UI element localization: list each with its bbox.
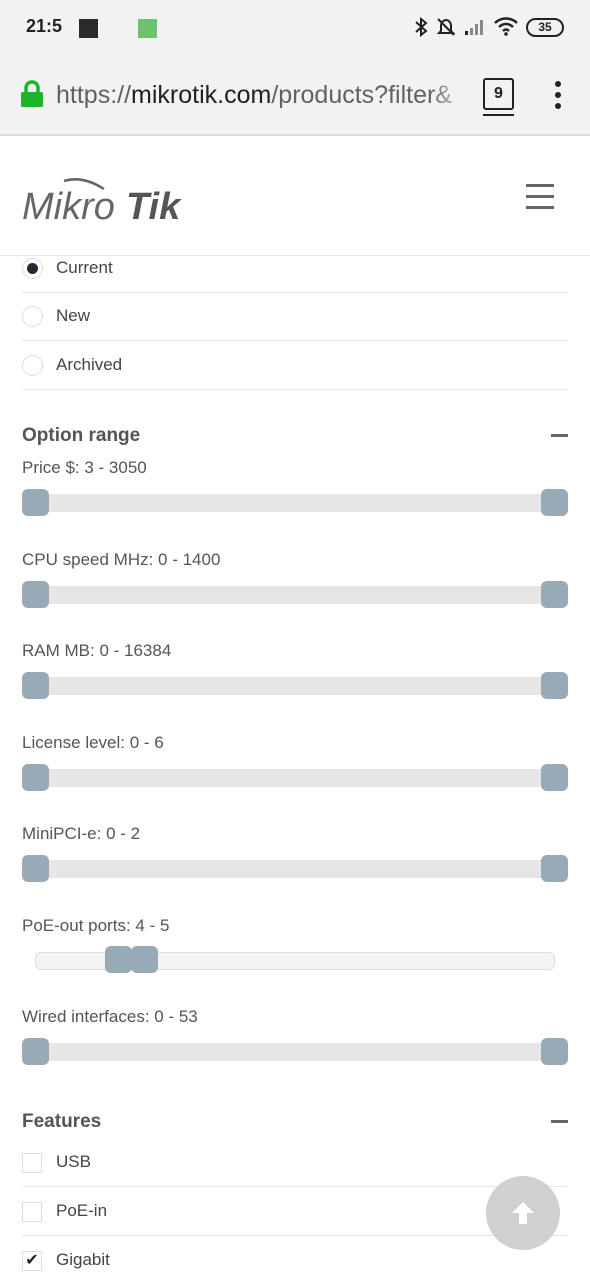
signal-icon: [465, 20, 483, 35]
slider-handle-poe-out-max[interactable]: [131, 946, 158, 973]
slider-handle-license-min[interactable]: [22, 764, 49, 791]
radio-label: Current: [56, 258, 113, 277]
checkbox[interactable]: [22, 1202, 42, 1222]
feature-gigabit[interactable]: ✔ Gigabit: [22, 1236, 568, 1285]
features-title: Features: [22, 1111, 102, 1132]
slider-track-minipcie[interactable]: [35, 860, 555, 878]
slider-handle-price-max[interactable]: [541, 489, 568, 516]
status-icons: 35: [414, 15, 564, 39]
slider-label-cpu: CPU speed MHz: 0 - 1400: [22, 550, 221, 569]
slider-handle-minipcie-max[interactable]: [541, 855, 568, 882]
option-range-title: Option range: [22, 425, 141, 446]
slider-label-poe-out: PoE-out ports: 4 - 5: [22, 916, 170, 935]
bell-off-icon: [436, 18, 456, 36]
status-option-current[interactable]: Current: [22, 244, 568, 293]
slider-handle-ram-max[interactable]: [541, 672, 568, 699]
slider-label-ram: RAM MB: 0 - 16384: [22, 641, 172, 660]
url-scheme: https://: [56, 81, 132, 109]
address-bar[interactable]: https://mikrotik.com/products?filter&: [56, 81, 468, 110]
radio-button[interactable]: [22, 306, 43, 327]
slider-handle-wired-max[interactable]: [541, 1038, 568, 1065]
slider-label-price: Price $: 3 - 3050: [22, 458, 147, 477]
slider-label-license: License level: 0 - 6: [22, 733, 164, 752]
tab-switcher-underline: [483, 114, 514, 116]
slider-handle-ram-min[interactable]: [22, 672, 49, 699]
site-header: Mikro Tik: [0, 137, 590, 256]
slider-track-cpu[interactable]: [35, 586, 555, 604]
hamburger-menu-icon[interactable]: [526, 184, 554, 210]
notification-icon: [79, 19, 98, 38]
collapse-icon[interactable]: [551, 434, 568, 437]
wifi-icon: [494, 17, 518, 36]
radio-label: New: [56, 306, 91, 325]
browser-toolbar: https://mikrotik.com/products?filter& 9: [0, 56, 590, 136]
feature-usb[interactable]: USB: [22, 1138, 568, 1187]
url-fade: [430, 76, 470, 116]
lock-icon: [21, 80, 43, 107]
collapse-icon[interactable]: [551, 1120, 568, 1123]
tab-switcher-button[interactable]: 9: [483, 78, 514, 110]
slider-track-ram[interactable]: [35, 677, 555, 695]
status-option-new[interactable]: New: [22, 292, 568, 341]
url-path: /products?filter&: [271, 81, 452, 109]
checkbox[interactable]: [22, 1153, 42, 1173]
radio-button[interactable]: [22, 355, 43, 376]
status-option-archived[interactable]: Archived: [22, 341, 568, 390]
slider-handle-cpu-min[interactable]: [22, 581, 49, 608]
arrow-up-icon: [512, 1202, 534, 1224]
url-host: mikrotik.com: [131, 81, 272, 109]
checkbox-label: PoE-in: [56, 1201, 108, 1220]
status-bar: 21:5 35: [0, 0, 590, 56]
radio-button[interactable]: [22, 258, 43, 279]
status-time: 21:5: [26, 16, 63, 36]
slider-label-wired: Wired interfaces: 0 - 53: [22, 1007, 198, 1026]
checkbox-checked[interactable]: ✔: [22, 1251, 42, 1271]
notification-icon: [138, 19, 157, 38]
slider-label-minipcie: MiniPCI-e: 0 - 2: [22, 824, 141, 843]
svg-text:Tik: Tik: [126, 186, 182, 225]
back-to-top-button[interactable]: [486, 1176, 560, 1250]
battery-icon: 35: [526, 17, 564, 37]
checkbox-label: Gigabit: [56, 1250, 110, 1269]
checkbox-label: USB: [56, 1152, 91, 1171]
slider-handle-license-max[interactable]: [541, 764, 568, 791]
slider-track-wired[interactable]: [35, 1043, 555, 1061]
slider-handle-minipcie-min[interactable]: [22, 855, 49, 882]
slider-handle-price-min[interactable]: [22, 489, 49, 516]
svg-text:Mikro: Mikro: [22, 186, 115, 225]
bluetooth-icon: [415, 17, 428, 37]
slider-handle-poe-out-min[interactable]: [105, 946, 132, 973]
radio-label: Archived: [56, 355, 123, 374]
slider-handle-cpu-max[interactable]: [541, 581, 568, 608]
mikrotik-logo[interactable]: Mikro Tik: [22, 177, 207, 225]
slider-handle-wired-min[interactable]: [22, 1038, 49, 1065]
slider-track-license[interactable]: [35, 769, 555, 787]
slider-track-price[interactable]: [35, 494, 555, 512]
more-menu-icon[interactable]: [552, 81, 564, 111]
